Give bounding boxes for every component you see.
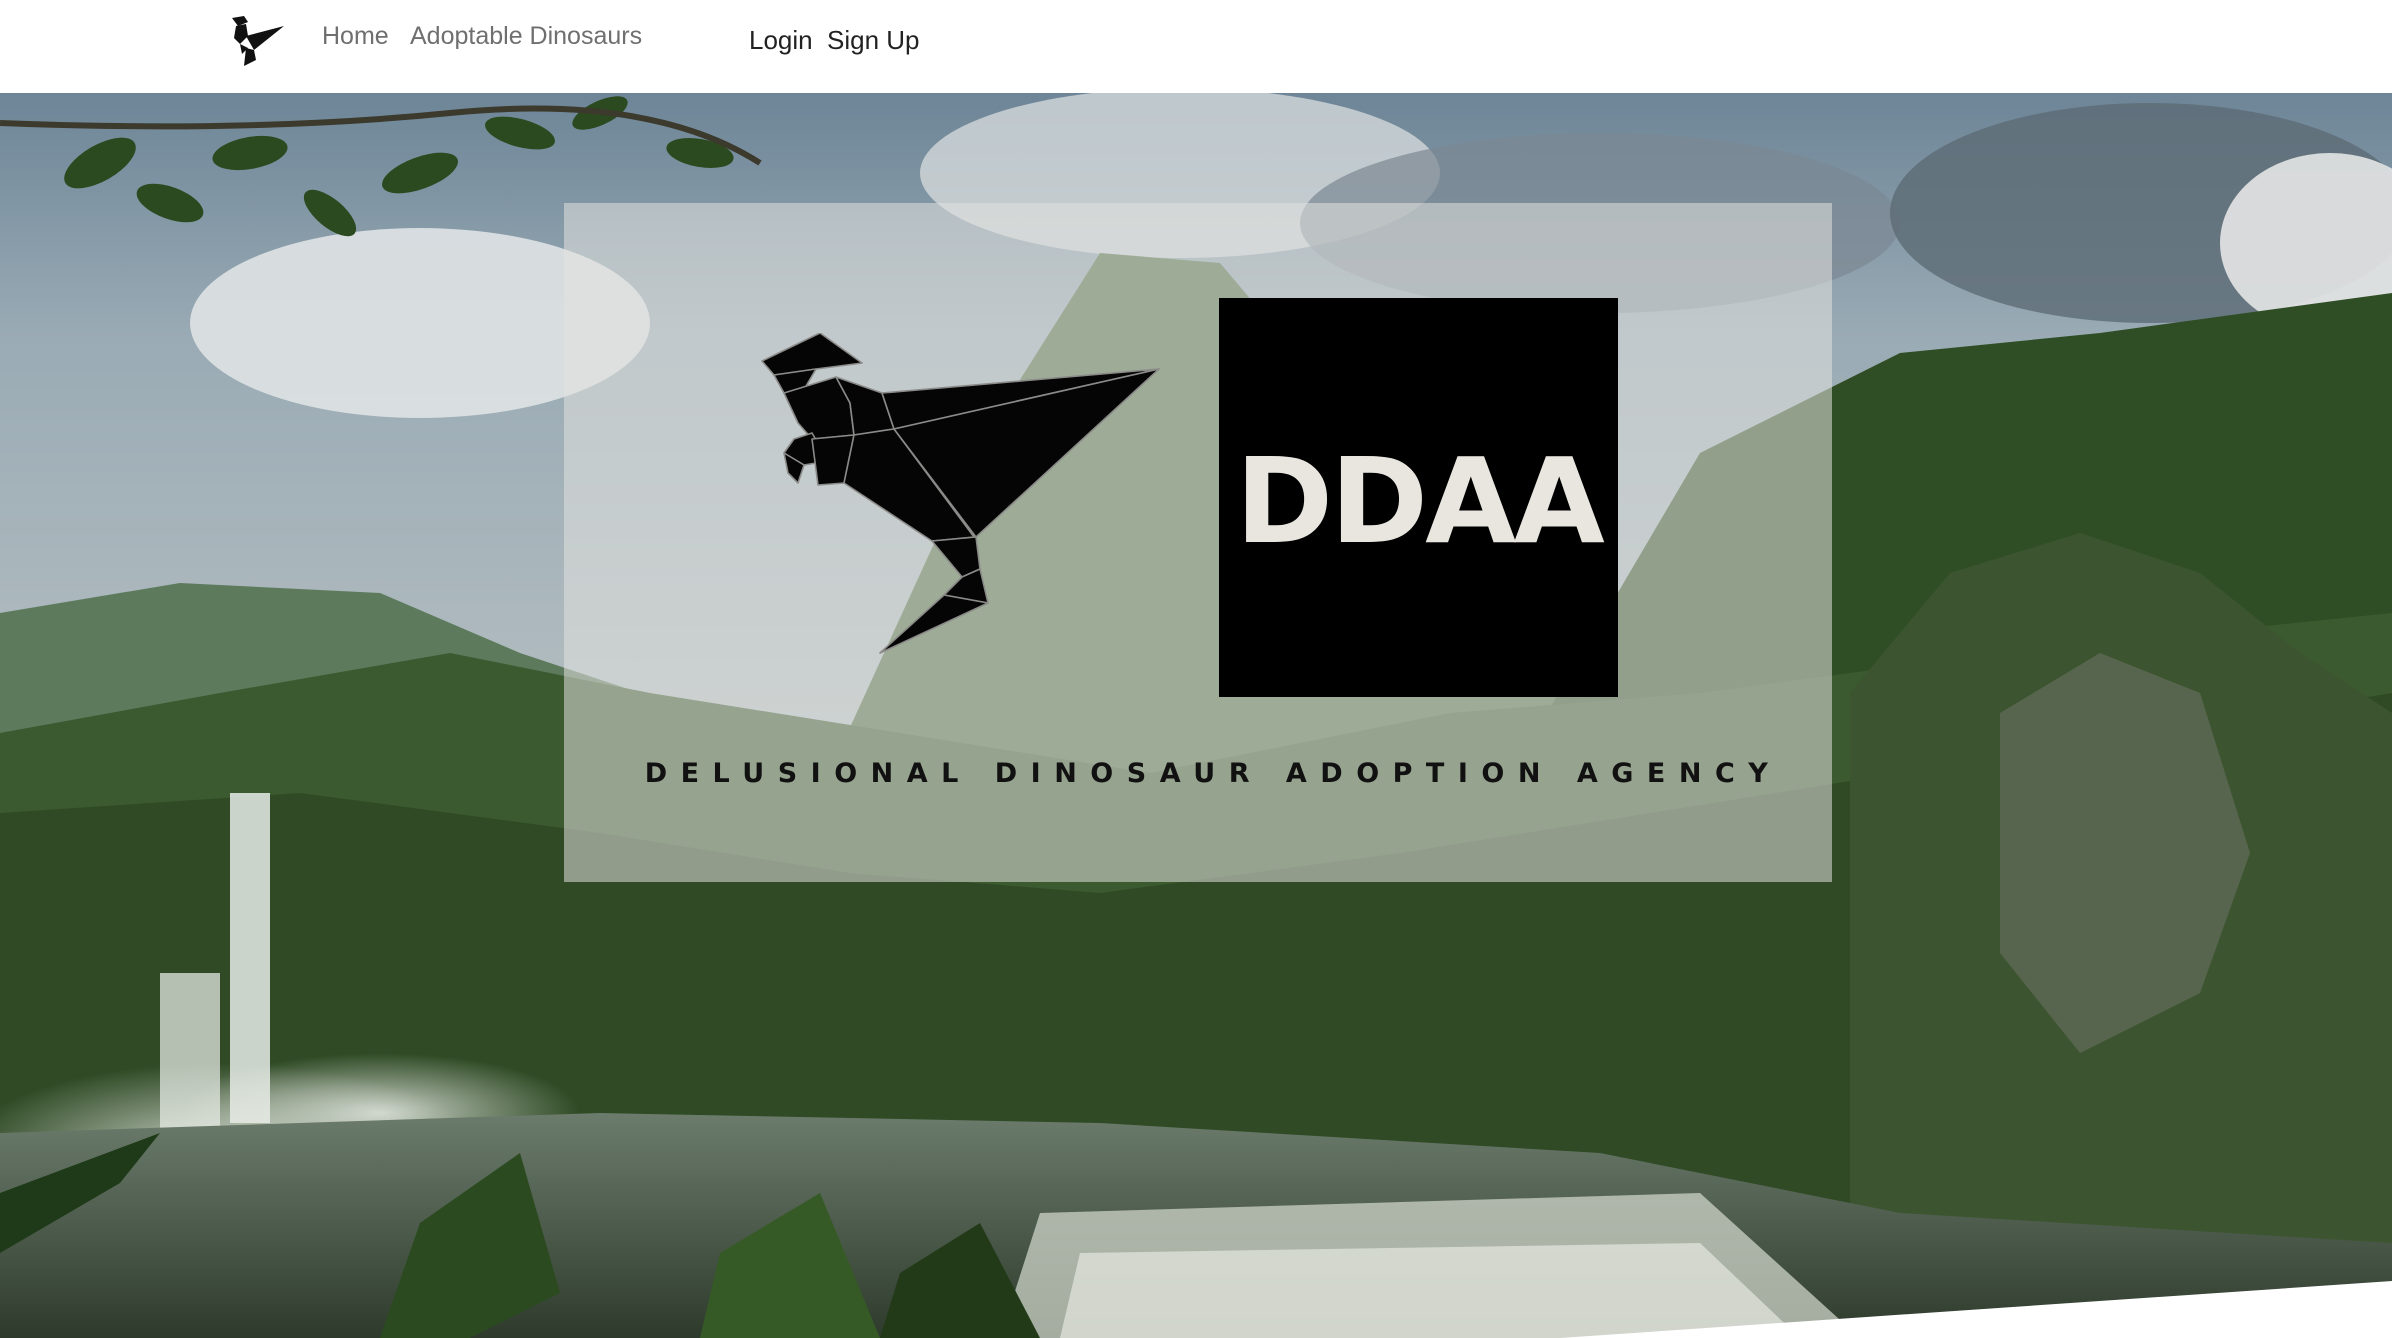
logo-panel: DDAA DELUSIONAL DINOSAUR ADOPTION AGENCY (564, 203, 1832, 882)
origami-raptor-icon (761, 333, 1160, 654)
nav-adoptable-dinosaurs-link[interactable]: Adoptable Dinosaurs (410, 22, 642, 51)
nav-login-link[interactable]: Login (749, 25, 813, 56)
agency-tagline: DELUSIONAL DINOSAUR ADOPTION AGENCY (644, 758, 1782, 789)
ddaa-logo-text: DDAA (1235, 431, 1605, 570)
brand-logo-link[interactable] (224, 14, 286, 72)
ddaa-logo-box: DDAA (1219, 298, 1618, 697)
navbar: Home Adoptable Dinosaurs Login Sign Up (0, 0, 2392, 93)
raptor-icon (232, 16, 284, 66)
hero-banner: DDAA DELUSIONAL DINOSAUR ADOPTION AGENCY (0, 93, 2392, 1338)
nav-signup-link[interactable]: Sign Up (827, 25, 920, 56)
nav-home-link[interactable]: Home (322, 22, 389, 51)
